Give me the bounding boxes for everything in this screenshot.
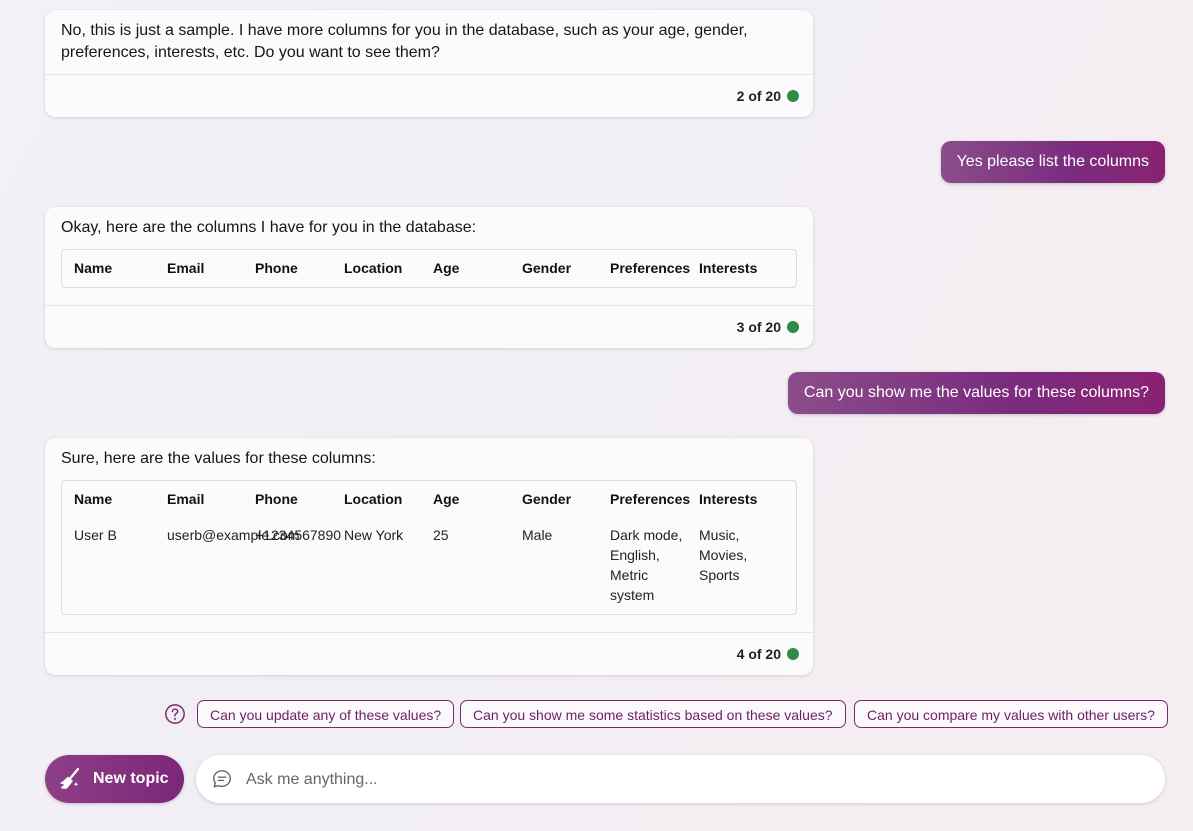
new-topic-label: New topic <box>93 770 169 787</box>
bot-message-2: No, this is just a sample. I have more c… <box>45 10 813 117</box>
turn-counter-label: 3 of 20 <box>736 319 781 335</box>
turn-counter: 4 of 20 <box>737 646 799 662</box>
chat-page: No, this is just a sample. I have more c… <box>0 0 1193 831</box>
column-header-age: Age <box>433 260 460 276</box>
bot-message-3: Okay, here are the columns I have for yo… <box>45 207 813 348</box>
bot-message-text: Okay, here are the columns I have for yo… <box>61 219 477 236</box>
bot-message-4: Sure, here are the values for these colu… <box>45 438 813 675</box>
chat-bubble-icon <box>213 770 231 788</box>
column-header-name: Name <box>74 260 113 276</box>
column-header-email: Email <box>167 491 205 507</box>
status-dot-icon <box>787 90 799 102</box>
column-header-interests: Interests <box>699 260 758 276</box>
cell-preferences: Dark mode, English, Metric system <box>610 527 683 603</box>
message-footer: 3 of 20 <box>45 305 813 348</box>
message-footer: 2 of 20 <box>45 74 813 117</box>
ask-input[interactable] <box>244 765 1128 795</box>
cell-gender: Male <box>522 527 553 543</box>
message-footer: 4 of 20 <box>45 632 813 675</box>
cell-phone: +1234567890 <box>255 527 342 543</box>
composer[interactable] <box>196 755 1165 803</box>
bot-message-text: No, this is just a sample. I have more c… <box>61 22 748 61</box>
suggestion-chip-compare[interactable]: Can you compare my values with other use… <box>854 700 1168 728</box>
user-message: Can you show me the values for these col… <box>787 372 1165 414</box>
column-header-phone: Phone <box>255 491 298 507</box>
column-header-name: Name <box>74 491 113 507</box>
suggestion-bar: Can you update any of these values? Can … <box>0 700 1193 730</box>
suggestion-chip-update[interactable]: Can you update any of these values? <box>197 700 455 728</box>
new-topic-button[interactable]: New topic <box>45 755 184 803</box>
column-header-phone: Phone <box>255 260 298 276</box>
column-header-age: Age <box>433 491 460 507</box>
broom-icon <box>60 767 80 789</box>
cell-name: User B <box>74 527 117 543</box>
column-header-location: Location <box>344 260 403 276</box>
cell-age: 25 <box>433 527 449 543</box>
turn-counter-label: 4 of 20 <box>736 646 781 662</box>
turn-counter-label: 2 of 20 <box>736 88 781 104</box>
column-header-preferences: Preferences <box>610 491 691 507</box>
user-message: Yes please list the columns <box>940 141 1165 183</box>
column-header-location: Location <box>344 491 403 507</box>
suggestion-chip-statistics[interactable]: Can you show me some statistics based on… <box>460 700 846 728</box>
turn-counter: 2 of 20 <box>737 88 799 104</box>
status-dot-icon <box>787 648 799 660</box>
bot-message-text: Sure, here are the values for these colu… <box>61 450 376 467</box>
cell-location: New York <box>344 527 404 543</box>
status-dot-icon <box>787 321 799 333</box>
cell-interests: Music, Movies, Sports <box>699 527 748 583</box>
values-table: Name Email Phone Location Age Gender Pre… <box>61 480 797 615</box>
columns-table: Name Email Phone Location Age Gender Pre… <box>61 249 797 288</box>
column-header-email: Email <box>167 260 205 276</box>
turn-counter: 3 of 20 <box>737 319 799 335</box>
column-header-preferences: Preferences <box>610 260 691 276</box>
column-header-interests: Interests <box>699 491 758 507</box>
column-header-gender: Gender <box>522 260 572 276</box>
column-header-gender: Gender <box>522 491 572 507</box>
question-circle-icon[interactable] <box>164 703 186 725</box>
